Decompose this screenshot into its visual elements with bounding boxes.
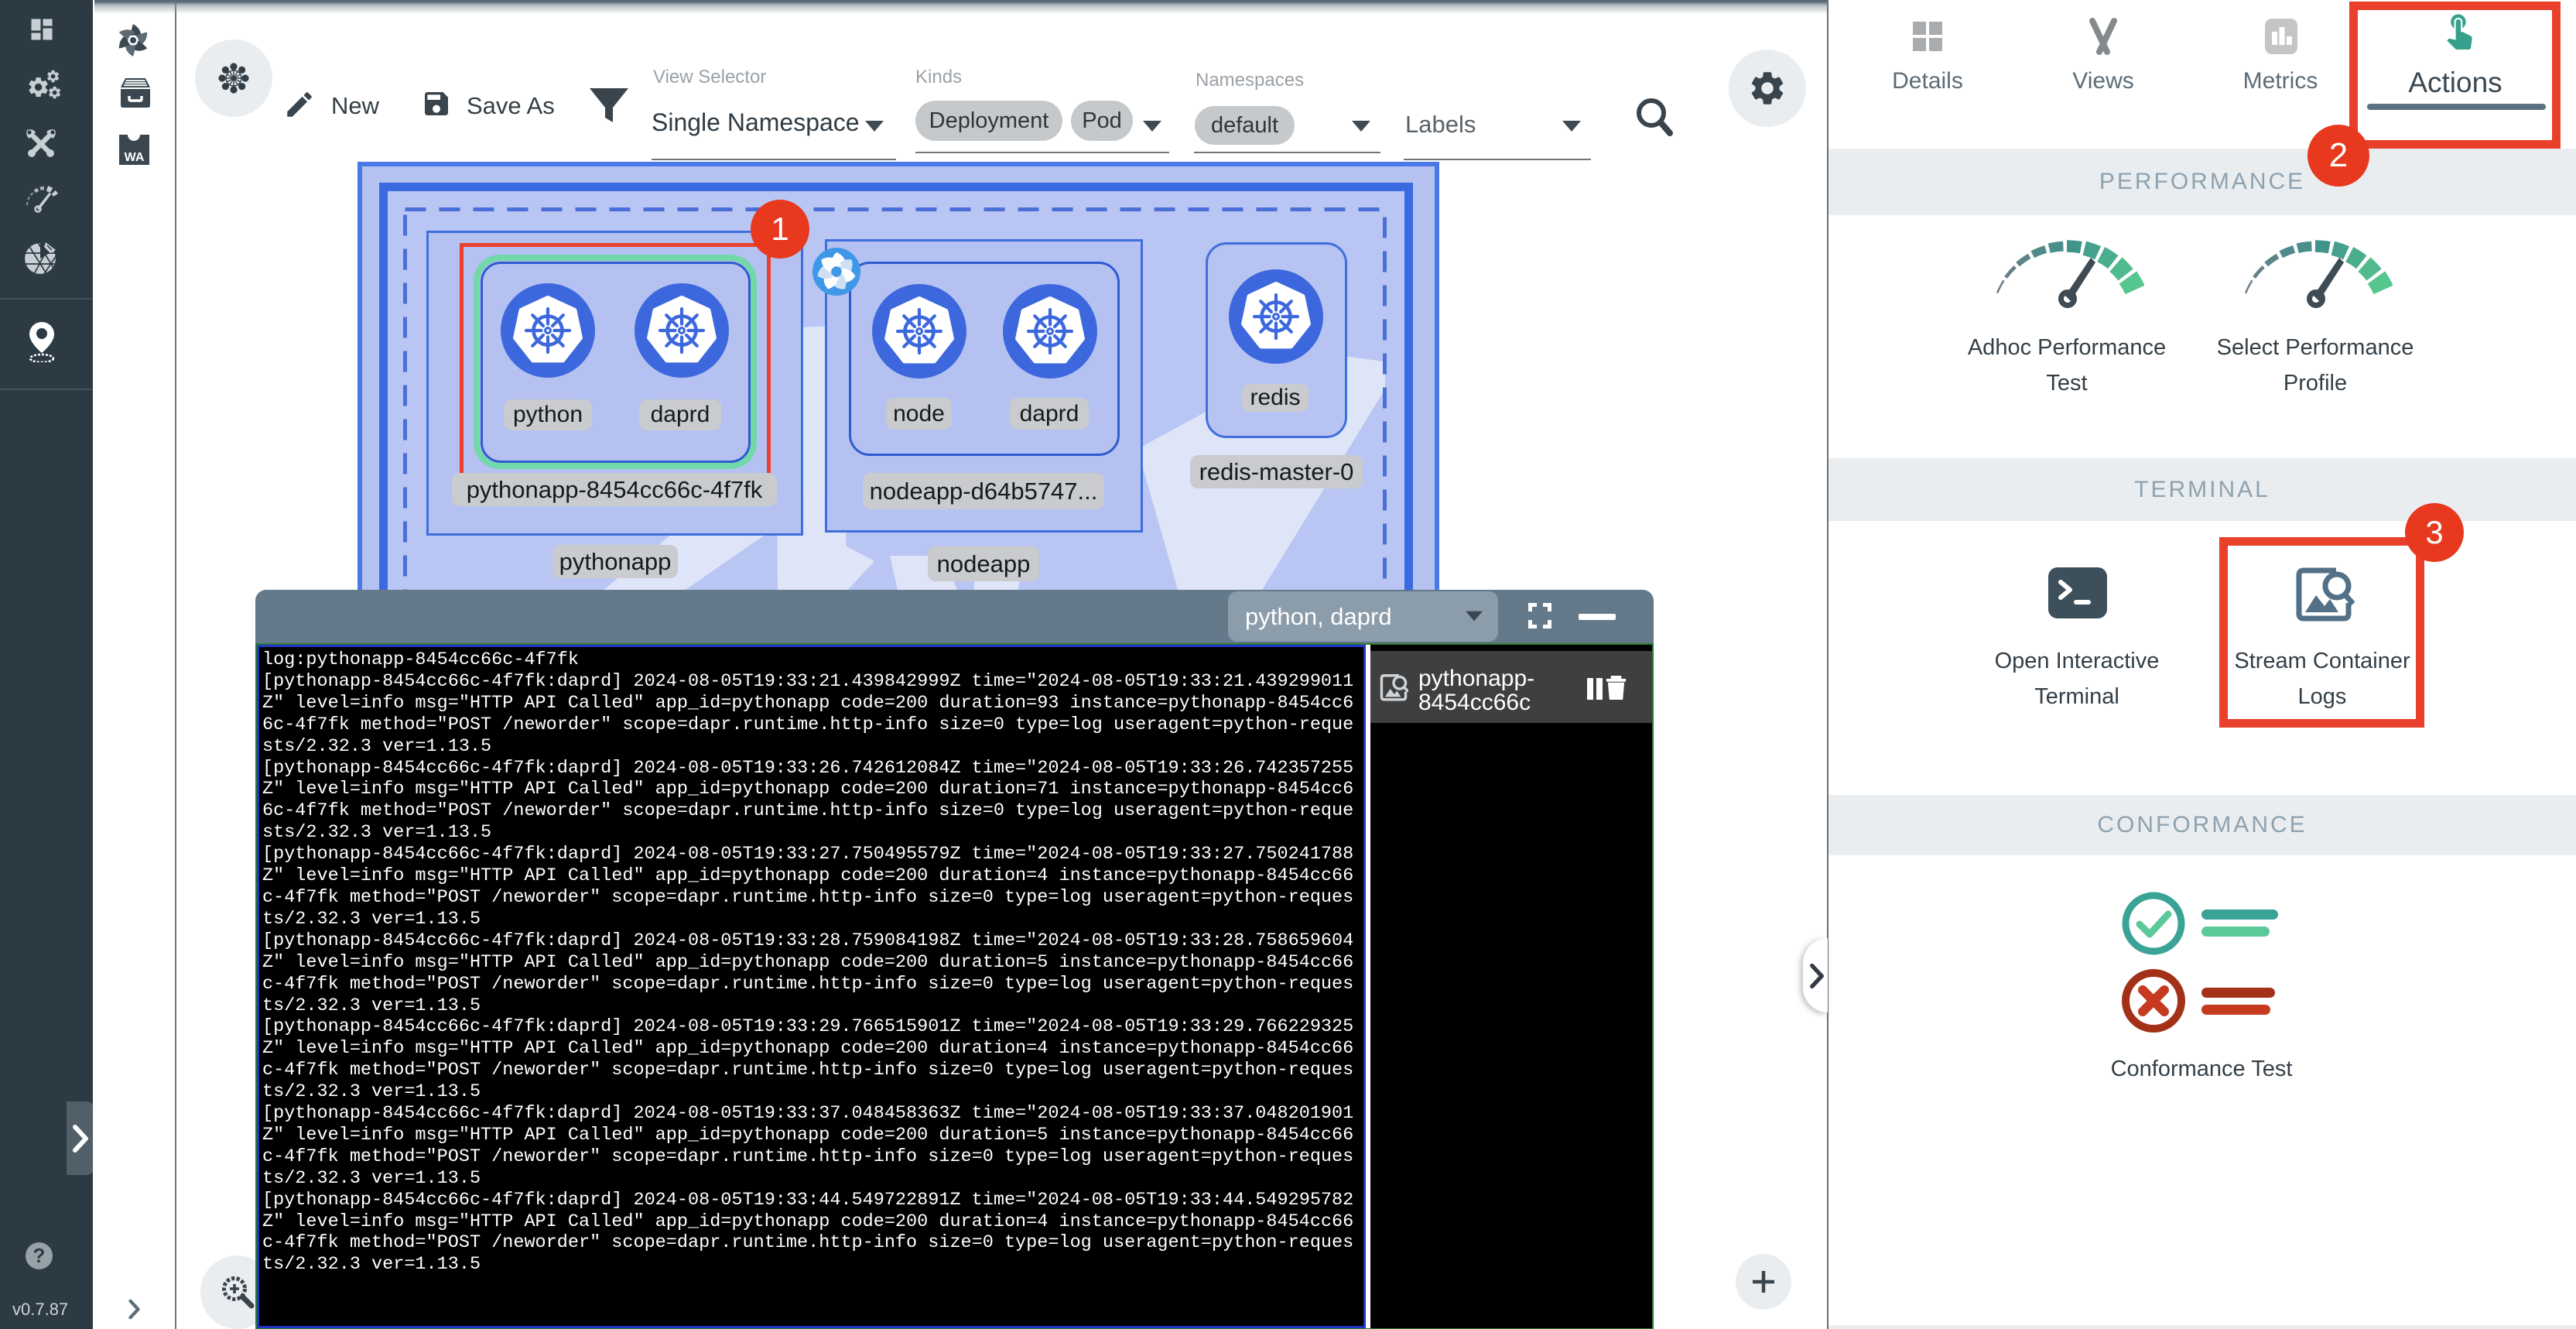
svg-text:WA: WA (125, 151, 145, 164)
